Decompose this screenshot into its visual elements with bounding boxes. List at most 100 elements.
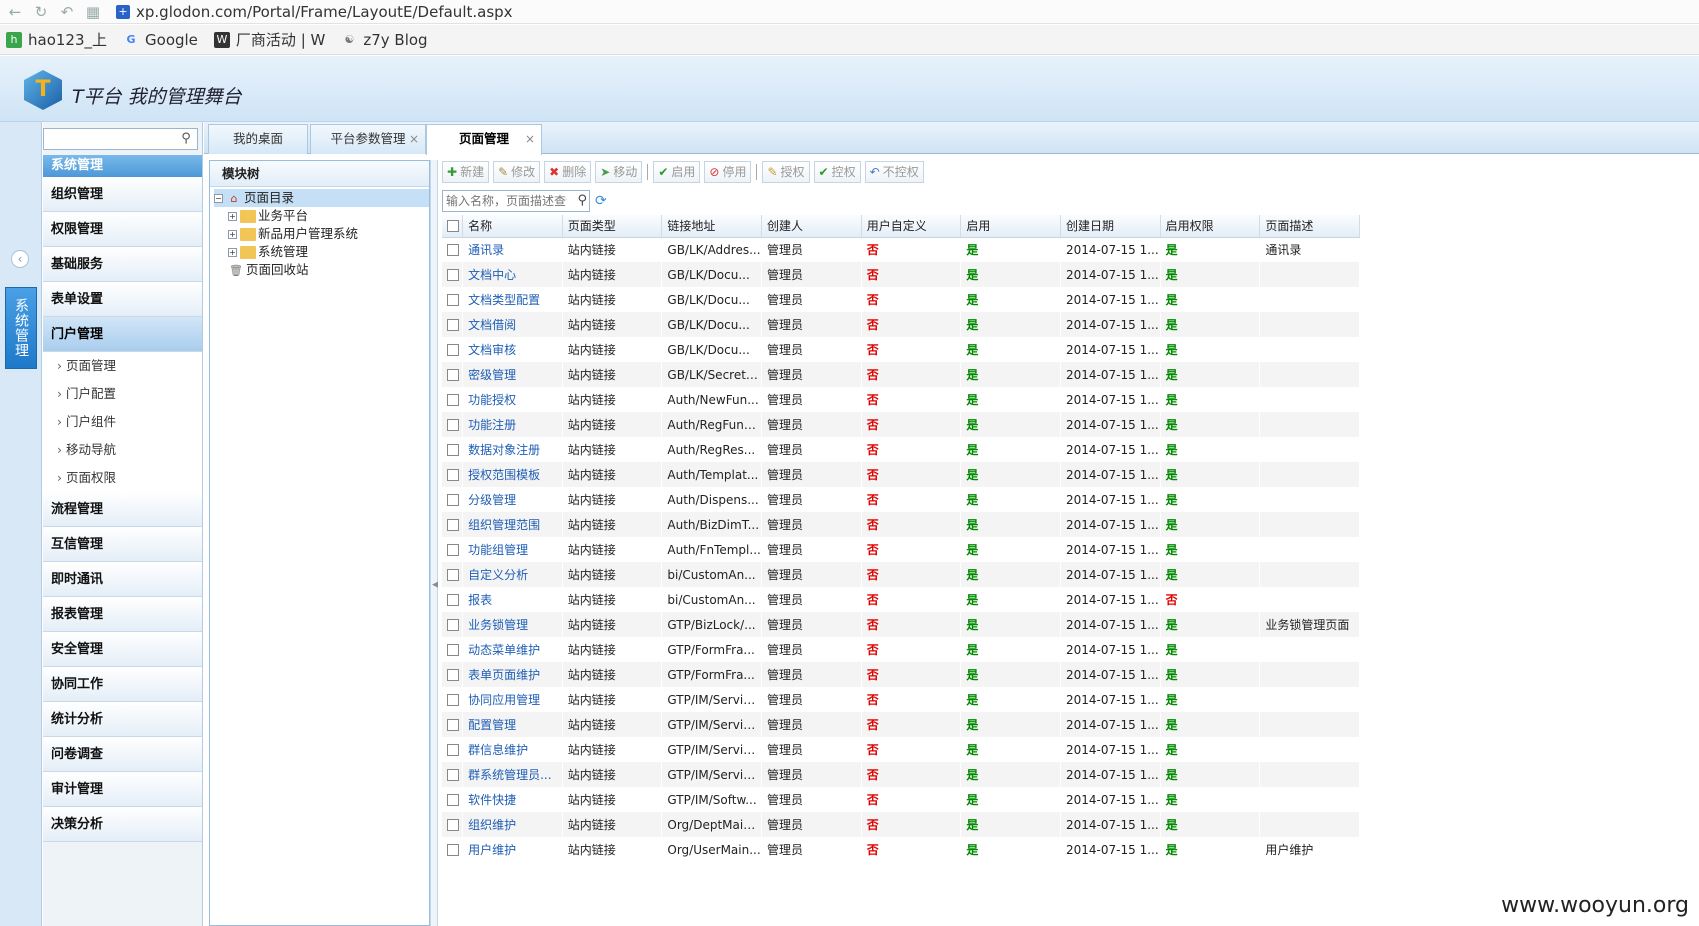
- table-row[interactable]: 报表 站内链接 bi/CustomAn... 管理员 否 是 2014-07-15 1...…: [442, 587, 1360, 612]
- table-cell[interactable]: 软件快捷: [463, 787, 563, 812]
- expand-node-icon[interactable]: +: [228, 247, 237, 257]
- column-header[interactable]: 页面描述: [1259, 215, 1360, 238]
- control-button[interactable]: ✔ 控权: [813, 161, 861, 183]
- close-icon[interactable]: ×: [525, 125, 535, 153]
- column-header[interactable]: 创建日期: [1060, 215, 1161, 238]
- menu-search-input[interactable]: [44, 129, 172, 149]
- table-row[interactable]: 功能授权 站内链接 Auth/NewFun... 管理员 否 是 2014-07-15 1.…: [442, 387, 1360, 412]
- menu-item[interactable]: 表单设置: [43, 282, 202, 317]
- table-row[interactable]: 业务锁管理 站内链接 GTP/BizLock/... 管理员否是 2014-07-15 …: [442, 612, 1360, 637]
- tree-node-root[interactable]: − ⌂ 页面目录: [214, 189, 429, 207]
- row-checkbox[interactable]: [447, 744, 459, 756]
- table-row[interactable]: 软件快捷 站内链接 GTP/IM/Softw... 管理员 否 是 2014-07-15 1…: [442, 787, 1360, 812]
- table-cell[interactable]: 协同应用管理: [463, 687, 563, 712]
- table-cell[interactable]: 密级管理: [462, 362, 563, 387]
- table-cell[interactable]: 文档借阅: [462, 312, 563, 337]
- edit-button[interactable]: ✎ 修改: [493, 161, 541, 183]
- column-header[interactable]: 页面类型: [562, 215, 663, 238]
- row-checkbox[interactable]: [447, 694, 459, 706]
- table-cell[interactable]: 文档类型配置: [463, 287, 563, 312]
- new-button[interactable]: ✚ 新建: [442, 161, 490, 183]
- row-checkbox[interactable]: [447, 469, 459, 481]
- row-checkbox[interactable]: [447, 619, 459, 631]
- column-header[interactable]: 名称: [462, 215, 563, 238]
- url-field[interactable]: + xp.glodon.com/Portal/Frame/LayoutE/Def…: [116, 3, 513, 21]
- table-row[interactable]: 文档借阅 站内链接 GB/LK/Docu... 管理员否是 2014-07-15 1..…: [442, 312, 1360, 337]
- grid-search-input[interactable]: [443, 191, 567, 211]
- row-checkbox[interactable]: [447, 594, 459, 606]
- tab-platform-params[interactable]: 平台参数管理 ×: [310, 124, 426, 154]
- table-row[interactable]: 授权范围模板 站内链接 Auth/Templat... 管理员否是 2014-07-15…: [442, 462, 1360, 487]
- row-checkbox[interactable]: [447, 769, 459, 781]
- grid-icon[interactable]: ▦: [82, 1, 104, 23]
- expand-node-icon[interactable]: +: [228, 229, 237, 239]
- submenu-item[interactable]: 页面管理: [43, 352, 202, 380]
- collapse-node-icon[interactable]: −: [214, 193, 223, 203]
- table-cell[interactable]: 业务锁管理: [462, 612, 563, 637]
- table-cell[interactable]: 组织管理范围: [462, 512, 563, 537]
- menu-item[interactable]: 审计管理: [43, 772, 202, 807]
- row-checkbox[interactable]: [447, 269, 459, 281]
- row-checkbox[interactable]: [447, 794, 459, 806]
- move-button[interactable]: ➤ 移动: [595, 161, 643, 183]
- table-cell[interactable]: 群系统管理员...: [462, 762, 563, 787]
- table-cell[interactable]: 通讯录: [463, 237, 563, 262]
- table-row[interactable]: 用户维护 站内链接 Org/UserMain... 管理员否是 2014-07-15 1…: [442, 837, 1360, 862]
- column-header[interactable]: 启用权限: [1160, 215, 1261, 238]
- menu-item[interactable]: 安全管理: [43, 632, 202, 667]
- delete-button[interactable]: ✖ 删除: [544, 161, 592, 183]
- tree-node[interactable]: + 系统管理: [214, 243, 429, 261]
- tree-node-recycle[interactable]: 🗑 页面回收站: [214, 261, 429, 279]
- table-row[interactable]: 动态菜单维护 站内链接 GTP/FormFra... 管理员 否 是 2014-07-15 …: [442, 637, 1360, 662]
- row-checkbox[interactable]: [447, 369, 459, 381]
- table-row[interactable]: 组织管理范围 站内链接 Auth/BizDimT... 管理员否是 2014-07-15…: [442, 512, 1360, 537]
- close-icon[interactable]: ×: [409, 125, 419, 153]
- row-checkbox[interactable]: [447, 294, 459, 306]
- menu-item-active[interactable]: 门户管理: [43, 317, 202, 352]
- column-header[interactable]: 链接地址: [661, 215, 763, 238]
- tree-node[interactable]: + 新品用户管理系统: [214, 225, 429, 243]
- bookmark-hao123[interactable]: h hao123_上: [6, 29, 107, 50]
- select-all-checkbox[interactable]: [447, 220, 459, 233]
- table-cell[interactable]: 自定义分析: [462, 562, 563, 587]
- menu-item[interactable]: 决策分析: [43, 807, 202, 842]
- submenu-item[interactable]: 门户配置: [43, 380, 202, 408]
- table-row[interactable]: 自定义分析 站内链接 bi/CustomAn... 管理员否是 2014-07-15 1…: [442, 562, 1360, 587]
- row-checkbox[interactable]: [447, 844, 459, 856]
- row-checkbox[interactable]: [447, 494, 459, 506]
- back-icon[interactable]: ←: [4, 1, 26, 23]
- table-row[interactable]: 配置管理 站内链接 GTP/IM/Servic... 管理员否是 2014-07-15 …: [442, 712, 1360, 737]
- table-row[interactable]: 文档类型配置 站内链接 GB/LK/Docu... 管理员 否 是 2014-07-15 1…: [442, 287, 1360, 312]
- table-cell[interactable]: 功能注册: [462, 412, 563, 437]
- row-checkbox[interactable]: [447, 569, 459, 581]
- no-control-button[interactable]: ↶ 不控权: [864, 161, 924, 183]
- undo-icon[interactable]: ↶: [56, 1, 78, 23]
- table-cell[interactable]: 动态菜单维护: [463, 637, 563, 662]
- table-row[interactable]: 密级管理 站内链接 GB/LK/Secret/... 管理员否是 2014-07-15 …: [442, 362, 1360, 387]
- table-cell[interactable]: 数据对象注册: [463, 437, 563, 462]
- table-cell[interactable]: 分级管理: [463, 487, 563, 512]
- row-checkbox[interactable]: [447, 519, 459, 531]
- row-checkbox[interactable]: [447, 544, 459, 556]
- bookmark-google[interactable]: G Google: [123, 31, 198, 49]
- table-cell[interactable]: 组织维护: [462, 812, 563, 837]
- table-row[interactable]: 通讯录 站内链接 GB/LK/Addres... 管理员否是 2014-07-15 1.…: [442, 237, 1360, 262]
- table-row[interactable]: 组织维护 站内链接 Org/DeptMain... 管理员否是 2014-07-15 1…: [442, 812, 1360, 837]
- row-checkbox[interactable]: [447, 244, 459, 257]
- column-header[interactable]: 启用: [960, 215, 1062, 238]
- table-cell[interactable]: 报表: [463, 587, 563, 612]
- table-row[interactable]: 文档审核 站内链接 GB/LK/Docu... 管理员 否 是 2014-07-15 1..…: [442, 337, 1360, 362]
- table-cell[interactable]: 功能授权: [463, 387, 563, 412]
- menu-item[interactable]: 即时通讯: [43, 562, 202, 597]
- vertical-tab-system[interactable]: 系统管理: [5, 287, 37, 369]
- refresh-icon[interactable]: ⟳: [595, 193, 607, 209]
- table-cell[interactable]: 用户维护: [463, 837, 563, 862]
- row-checkbox[interactable]: [447, 669, 459, 681]
- menu-item[interactable]: 权限管理: [43, 212, 202, 247]
- table-cell[interactable]: 文档中心: [462, 262, 563, 287]
- table-row[interactable]: 功能组管理 站内链接 Auth/FnTempl... 管理员 否 是 2014-07-15 …: [442, 537, 1360, 562]
- table-cell[interactable]: 功能组管理: [463, 537, 563, 562]
- row-checkbox[interactable]: [447, 319, 459, 331]
- tab-desktop[interactable]: 我的桌面: [208, 124, 308, 154]
- menu-item[interactable]: 流程管理: [43, 492, 202, 527]
